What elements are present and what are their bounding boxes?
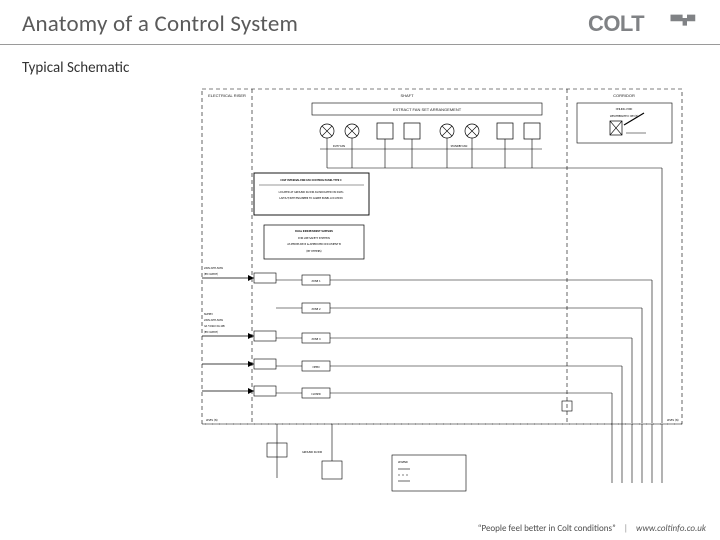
footer-url: www.coltinfo.co.uk <box>636 523 706 534</box>
svg-text:LEVEL (N): LEVEL (N) <box>206 417 218 422</box>
brand-logo: COLT <box>588 10 698 38</box>
footer-separator: | <box>624 523 628 534</box>
svg-text:AS PER BS 8519 & APPROVED DOCU: AS PER BS 8519 & APPROVED DOCUMENT B <box>287 242 341 246</box>
svg-text:LOCATED AT GROUND FLOOR AS IND: LOCATED AT GROUND FLOOR AS INDICATED ON … <box>279 190 344 194</box>
svg-text:CLOSED: CLOSED <box>311 392 321 396</box>
svg-text:CORRIDOR: CORRIDOR <box>613 93 635 98</box>
left-supplies: 230V-1PH-50Hz (BY CLIENT) SUPPLY 230V-1P… <box>202 266 276 396</box>
svg-text:COLT INTERNAL FIRE FAN CONTROL: COLT INTERNAL FIRE FAN CONTROL PANEL TYP… <box>280 178 342 182</box>
footer-tagline: “People feel better in Colt conditions” <box>478 523 616 534</box>
svg-text:FOR LIFE SAFETY SYSTEMS: FOR LIFE SAFETY SYSTEMS <box>298 236 330 240</box>
svg-text:(BY CLIENT): (BY CLIENT) <box>204 329 218 334</box>
svg-text:COLT: COLT <box>588 11 645 36</box>
svg-text:STANDBY FAN: STANDBY FAN <box>451 144 468 148</box>
svg-text:230V-1PH-50Hz: 230V-1PH-50Hz <box>204 318 224 322</box>
header-bar: Anatomy of a Control System COLT <box>0 0 720 45</box>
svg-text:ZONE 3: ZONE 3 <box>312 337 321 341</box>
svg-text:LEVEL (N): LEVEL (N) <box>667 417 679 422</box>
svg-text:LEGEND: LEGEND <box>398 460 408 464</box>
svg-text:EXTRACT FAN SET ARRANGEMENT: EXTRACT FAN SET ARRANGEMENT <box>393 107 462 112</box>
svg-text:ZONE 2: ZONE 2 <box>312 307 321 311</box>
svg-text:DUTY FAN: DUTY FAN <box>333 144 345 148</box>
subtitle: Typical Schematic <box>22 59 698 77</box>
zones: ZONE 1 ZONE 2 ZONE 3 OPEN CLO <box>276 275 652 423</box>
svg-text:SHAFT: SHAFT <box>400 93 414 98</box>
slide-body: Typical Schematic ELECTRICAL RISER SHAFT… <box>0 45 720 501</box>
svg-text:(BY OTHERS): (BY OTHERS) <box>306 248 321 253</box>
svg-text:ZONE 1: ZONE 1 <box>312 279 321 283</box>
fan-row <box>320 123 540 139</box>
svg-text:SUPPLY: SUPPLY <box>204 312 213 316</box>
page-title: Anatomy of a Control System <box>22 10 298 38</box>
svg-text:CEILING VOID: CEILING VOID <box>616 107 633 111</box>
svg-text:(BY CLIENT): (BY CLIENT) <box>204 271 218 276</box>
svg-text:DUAL INDEPENDENT SUPPLIES: DUAL INDEPENDENT SUPPLIES <box>295 229 333 233</box>
svg-text:3A +230V-50-1Ph: 3A +230V-50-1Ph <box>204 324 225 328</box>
svg-text:WEATHERLITE II OPV(S): WEATHERLITE II OPV(S) <box>610 113 638 118</box>
svg-text:OPEN: OPEN <box>313 365 320 369</box>
footer: “People feel better in Colt conditions” … <box>478 523 706 534</box>
svg-text:LAYOUT/SITE ENGINEER TO AGREE: LAYOUT/SITE ENGINEER TO AGREE PANEL LOCA… <box>279 196 342 200</box>
svg-text:GROUND FLOOR: GROUND FLOOR <box>302 450 322 454</box>
svg-text:230V-1PH-50Hz: 230V-1PH-50Hz <box>204 266 224 270</box>
schematic-diagram: ELECTRICAL RISER SHAFT CORRIDOR EXTRACT … <box>192 83 692 501</box>
svg-text:ELECTRICAL RISER: ELECTRICAL RISER <box>208 93 246 98</box>
